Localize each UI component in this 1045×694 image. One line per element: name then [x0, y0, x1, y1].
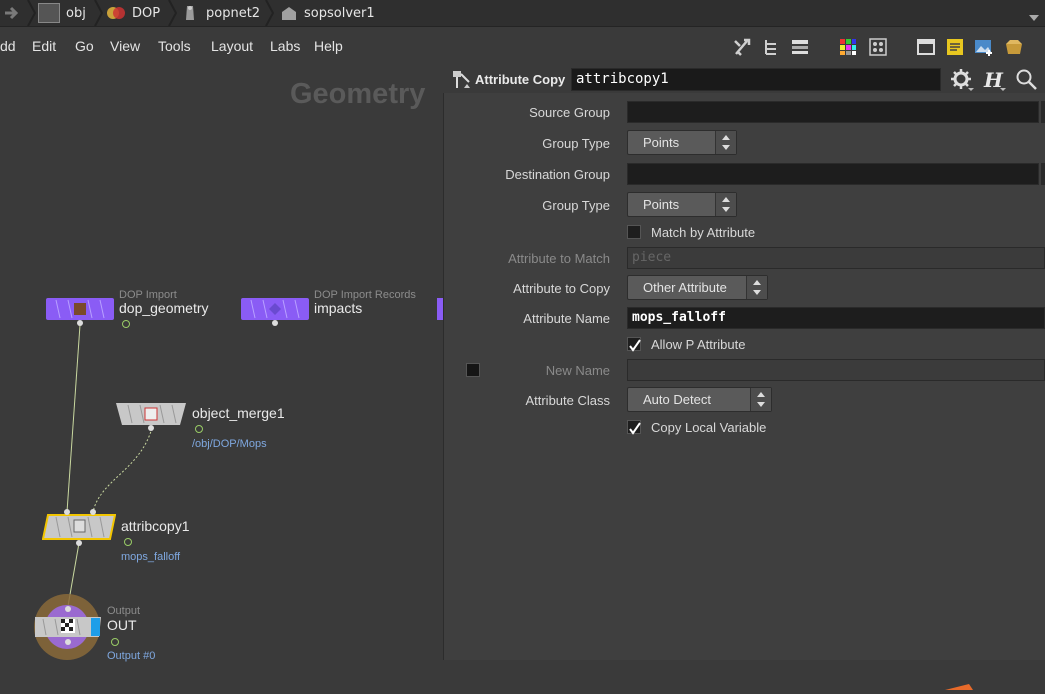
- group-type-label: Group Type: [542, 198, 610, 213]
- wrench-icon[interactable]: [731, 37, 753, 57]
- menu-arrows-icon: [715, 131, 736, 154]
- dop-geometry-output-dot: [77, 320, 83, 326]
- node-wires: [66, 324, 153, 607]
- attribute-class-label: Attribute Class: [525, 393, 610, 408]
- allow-p-attribute-checkbox[interactable]: [627, 337, 641, 352]
- asset-icon[interactable]: [1003, 37, 1025, 57]
- menu-arrows-icon: [715, 193, 736, 216]
- corner-marker-icon: [945, 675, 973, 690]
- node-name-label: attribcopy1: [121, 518, 190, 534]
- shapes-icon[interactable]: [867, 37, 889, 57]
- display-flag-icon: [111, 638, 119, 646]
- color-palette-icon[interactable]: [837, 37, 859, 57]
- new-name-label: New Name: [545, 363, 610, 378]
- attribcopy-input-dot: [64, 509, 70, 515]
- checkmark-icon: [629, 339, 641, 352]
- node-name-label: object_merge1: [192, 405, 285, 421]
- attribute-class-menu[interactable]: Auto Detect: [627, 387, 772, 412]
- group-type2-value: Points: [643, 197, 680, 212]
- impacts-output-dot: [272, 320, 278, 326]
- object-merge-output-dot: [148, 425, 154, 431]
- attribute-to-match-field[interactable]: piece: [627, 247, 1045, 269]
- group-type-value: Points: [643, 135, 680, 150]
- attribute-to-copy-menu[interactable]: Other Attribute: [627, 275, 768, 300]
- display-flag-icon: [124, 538, 132, 546]
- display-flag-icon: [195, 425, 203, 433]
- attribute-name-field[interactable]: mops_falloff: [627, 307, 1045, 329]
- checkmark-icon: [629, 422, 641, 435]
- node-name-label: impacts: [314, 300, 363, 316]
- attribute-class-value: Auto Detect: [643, 392, 711, 407]
- group-type-menu[interactable]: Points: [627, 130, 737, 155]
- dop-geometry-node[interactable]: [46, 298, 114, 320]
- destination-group-field[interactable]: [627, 163, 1039, 185]
- group-type-label: Group Type: [542, 136, 610, 151]
- attribute-copy-icon[interactable]: [450, 68, 472, 90]
- attribcopy-input-dot: [90, 509, 96, 515]
- display-flag-icon: [122, 320, 130, 328]
- copy-local-variable-label: Copy Local Variable: [651, 420, 767, 435]
- attribute-name-label: Attribute Name: [523, 311, 610, 326]
- help-icon[interactable]: H: [982, 68, 1008, 92]
- node-name-field[interactable]: attribcopy1: [571, 68, 941, 91]
- output-input-dot: [65, 606, 71, 612]
- source-group-arrow[interactable]: [1041, 101, 1045, 123]
- new-name-field[interactable]: [627, 359, 1045, 381]
- node-name-label: dop_geometry: [119, 300, 209, 316]
- attribute-to-copy-label: Attribute to Copy: [513, 281, 610, 296]
- destination-group-arrow[interactable]: [1041, 163, 1045, 185]
- path-dropdown-icon[interactable]: [1029, 8, 1039, 21]
- search-icon[interactable]: [1015, 68, 1039, 92]
- impacts-node[interactable]: [241, 298, 309, 320]
- object-merge-node[interactable]: [116, 403, 186, 425]
- source-group-label: Source Group: [529, 105, 610, 120]
- tree-view-icon[interactable]: [760, 37, 782, 57]
- group-type2-menu[interactable]: Points: [627, 192, 737, 217]
- background-image-icon[interactable]: [973, 37, 995, 57]
- node-type-label: Output: [107, 605, 141, 617]
- match-by-attribute-label: Match by Attribute: [651, 225, 756, 240]
- allow-p-attribute-label: Allow P Attribute: [651, 337, 746, 352]
- network-box-icon[interactable]: [915, 37, 937, 57]
- menu-arrows-icon: [750, 388, 771, 411]
- attribcopy-node[interactable]: [41, 514, 117, 540]
- attribute-to-match-label: Attribute to Match: [508, 251, 610, 266]
- attribcopy-output-dot: [76, 540, 82, 546]
- node-info-label: Output #0: [107, 650, 156, 662]
- list-view-icon[interactable]: [789, 37, 811, 57]
- output-output-dot: [65, 639, 71, 645]
- node-type-title: Attribute Copy: [475, 72, 566, 87]
- node-name-label: OUT: [107, 617, 137, 633]
- sticky-note-icon[interactable]: [944, 37, 966, 57]
- copy-local-variable-checkbox[interactable]: [627, 420, 641, 435]
- menu-arrows-icon: [746, 276, 767, 299]
- output-node[interactable]: [33, 594, 103, 660]
- destination-group-label: Destination Group: [505, 167, 610, 182]
- node-info-label: mops_falloff: [121, 551, 181, 563]
- match-by-attribute-checkbox[interactable]: [627, 225, 641, 239]
- node-info-label: /obj/DOP/Mops: [192, 438, 267, 450]
- source-group-field[interactable]: [627, 101, 1039, 123]
- gear-icon[interactable]: [950, 68, 974, 92]
- attribute-to-copy-value: Other Attribute: [643, 280, 727, 295]
